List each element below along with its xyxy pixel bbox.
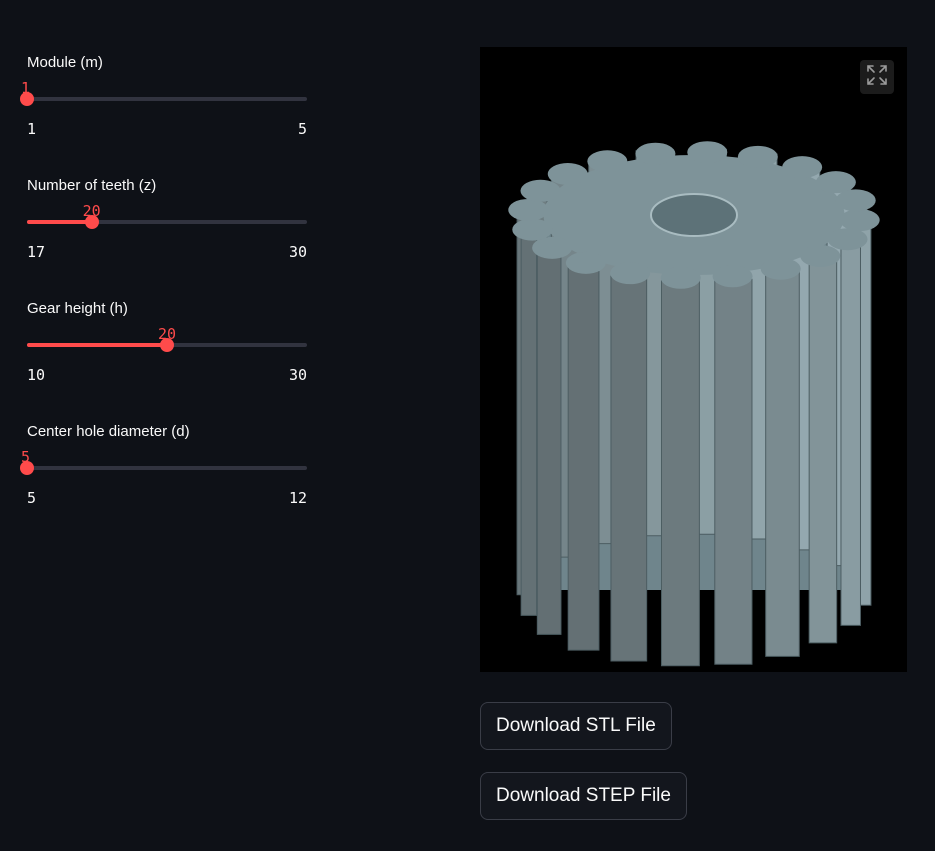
gear-tooth-top: [800, 244, 841, 267]
slider-thumb[interactable]: [160, 338, 174, 352]
slider-max: 5: [297, 120, 307, 138]
gear-tooth-top: [687, 141, 728, 164]
gear-tooth: [660, 280, 700, 667]
gear-tooth-top: [635, 142, 676, 165]
gear-tooth-top: [782, 156, 823, 179]
gear-tooth-top: [587, 150, 628, 173]
gear-model-image: [508, 141, 880, 667]
gear-tooth-top: [660, 266, 701, 289]
gear-tooth: [567, 264, 600, 651]
gear-tooth-top: [760, 257, 801, 280]
gear-tooth-top: [512, 218, 553, 241]
slider-module: Module (m) 1 1 5: [20, 54, 307, 154]
slider-thumb[interactable]: [20, 92, 34, 106]
gear-3d-viewer[interactable]: [480, 47, 907, 672]
slider-height: Gear height (h) 20 10 30: [27, 300, 307, 400]
slider-min: 17: [27, 243, 46, 261]
slider-fill: [27, 343, 167, 347]
slider-teeth: Number of teeth (z) 20 17 30: [27, 177, 307, 277]
gear-tooth-top: [508, 198, 549, 221]
gear-tooth-top: [565, 251, 606, 274]
gear-tooth: [610, 275, 648, 662]
slider-min: 5: [27, 489, 37, 507]
fullscreen-icon: [866, 64, 888, 91]
gear-tooth: [765, 270, 800, 657]
gear-center-hole: [650, 193, 738, 237]
gear-tooth-top: [737, 145, 778, 168]
gear-tooth-top: [610, 262, 651, 285]
gear-tooth-top: [520, 179, 561, 202]
slider-label: Number of teeth (z): [27, 177, 157, 194]
slider-max: 12: [288, 489, 307, 507]
slider-thumb[interactable]: [84, 215, 99, 229]
slider-label: Gear height (h): [27, 300, 128, 317]
slider-track[interactable]: [27, 97, 307, 101]
download-stl-button[interactable]: Download STL File: [480, 702, 672, 750]
gear-tooth-top: [835, 189, 876, 212]
slider-label: Module (m): [27, 54, 103, 71]
gear-tooth-top: [547, 163, 588, 186]
slider-max: 30: [288, 366, 307, 384]
gear-tooth: [840, 239, 861, 626]
fullscreen-button[interactable]: [860, 60, 894, 94]
slider-min: 1: [27, 120, 37, 138]
slider-fill: [27, 220, 92, 224]
gear-tooth: [714, 278, 753, 665]
gear-tooth-top: [827, 228, 868, 251]
slider-track[interactable]: [27, 466, 307, 470]
slider-min: 10: [27, 366, 46, 384]
slider-max: 30: [288, 243, 307, 261]
slider-thumb[interactable]: [20, 461, 34, 475]
gear-tooth: [808, 257, 838, 644]
download-step-button[interactable]: Download STEP File: [480, 772, 687, 820]
gear-tooth-top: [839, 209, 880, 232]
gear-tooth-top: [712, 265, 753, 288]
slider-track[interactable]: [27, 220, 307, 224]
slider-label: Center hole diameter (d): [27, 423, 190, 440]
gear-tooth: [520, 229, 538, 616]
slider-hole-diameter: Center hole diameter (d) 5 5 12: [20, 423, 307, 523]
gear-tooth: [536, 248, 562, 635]
